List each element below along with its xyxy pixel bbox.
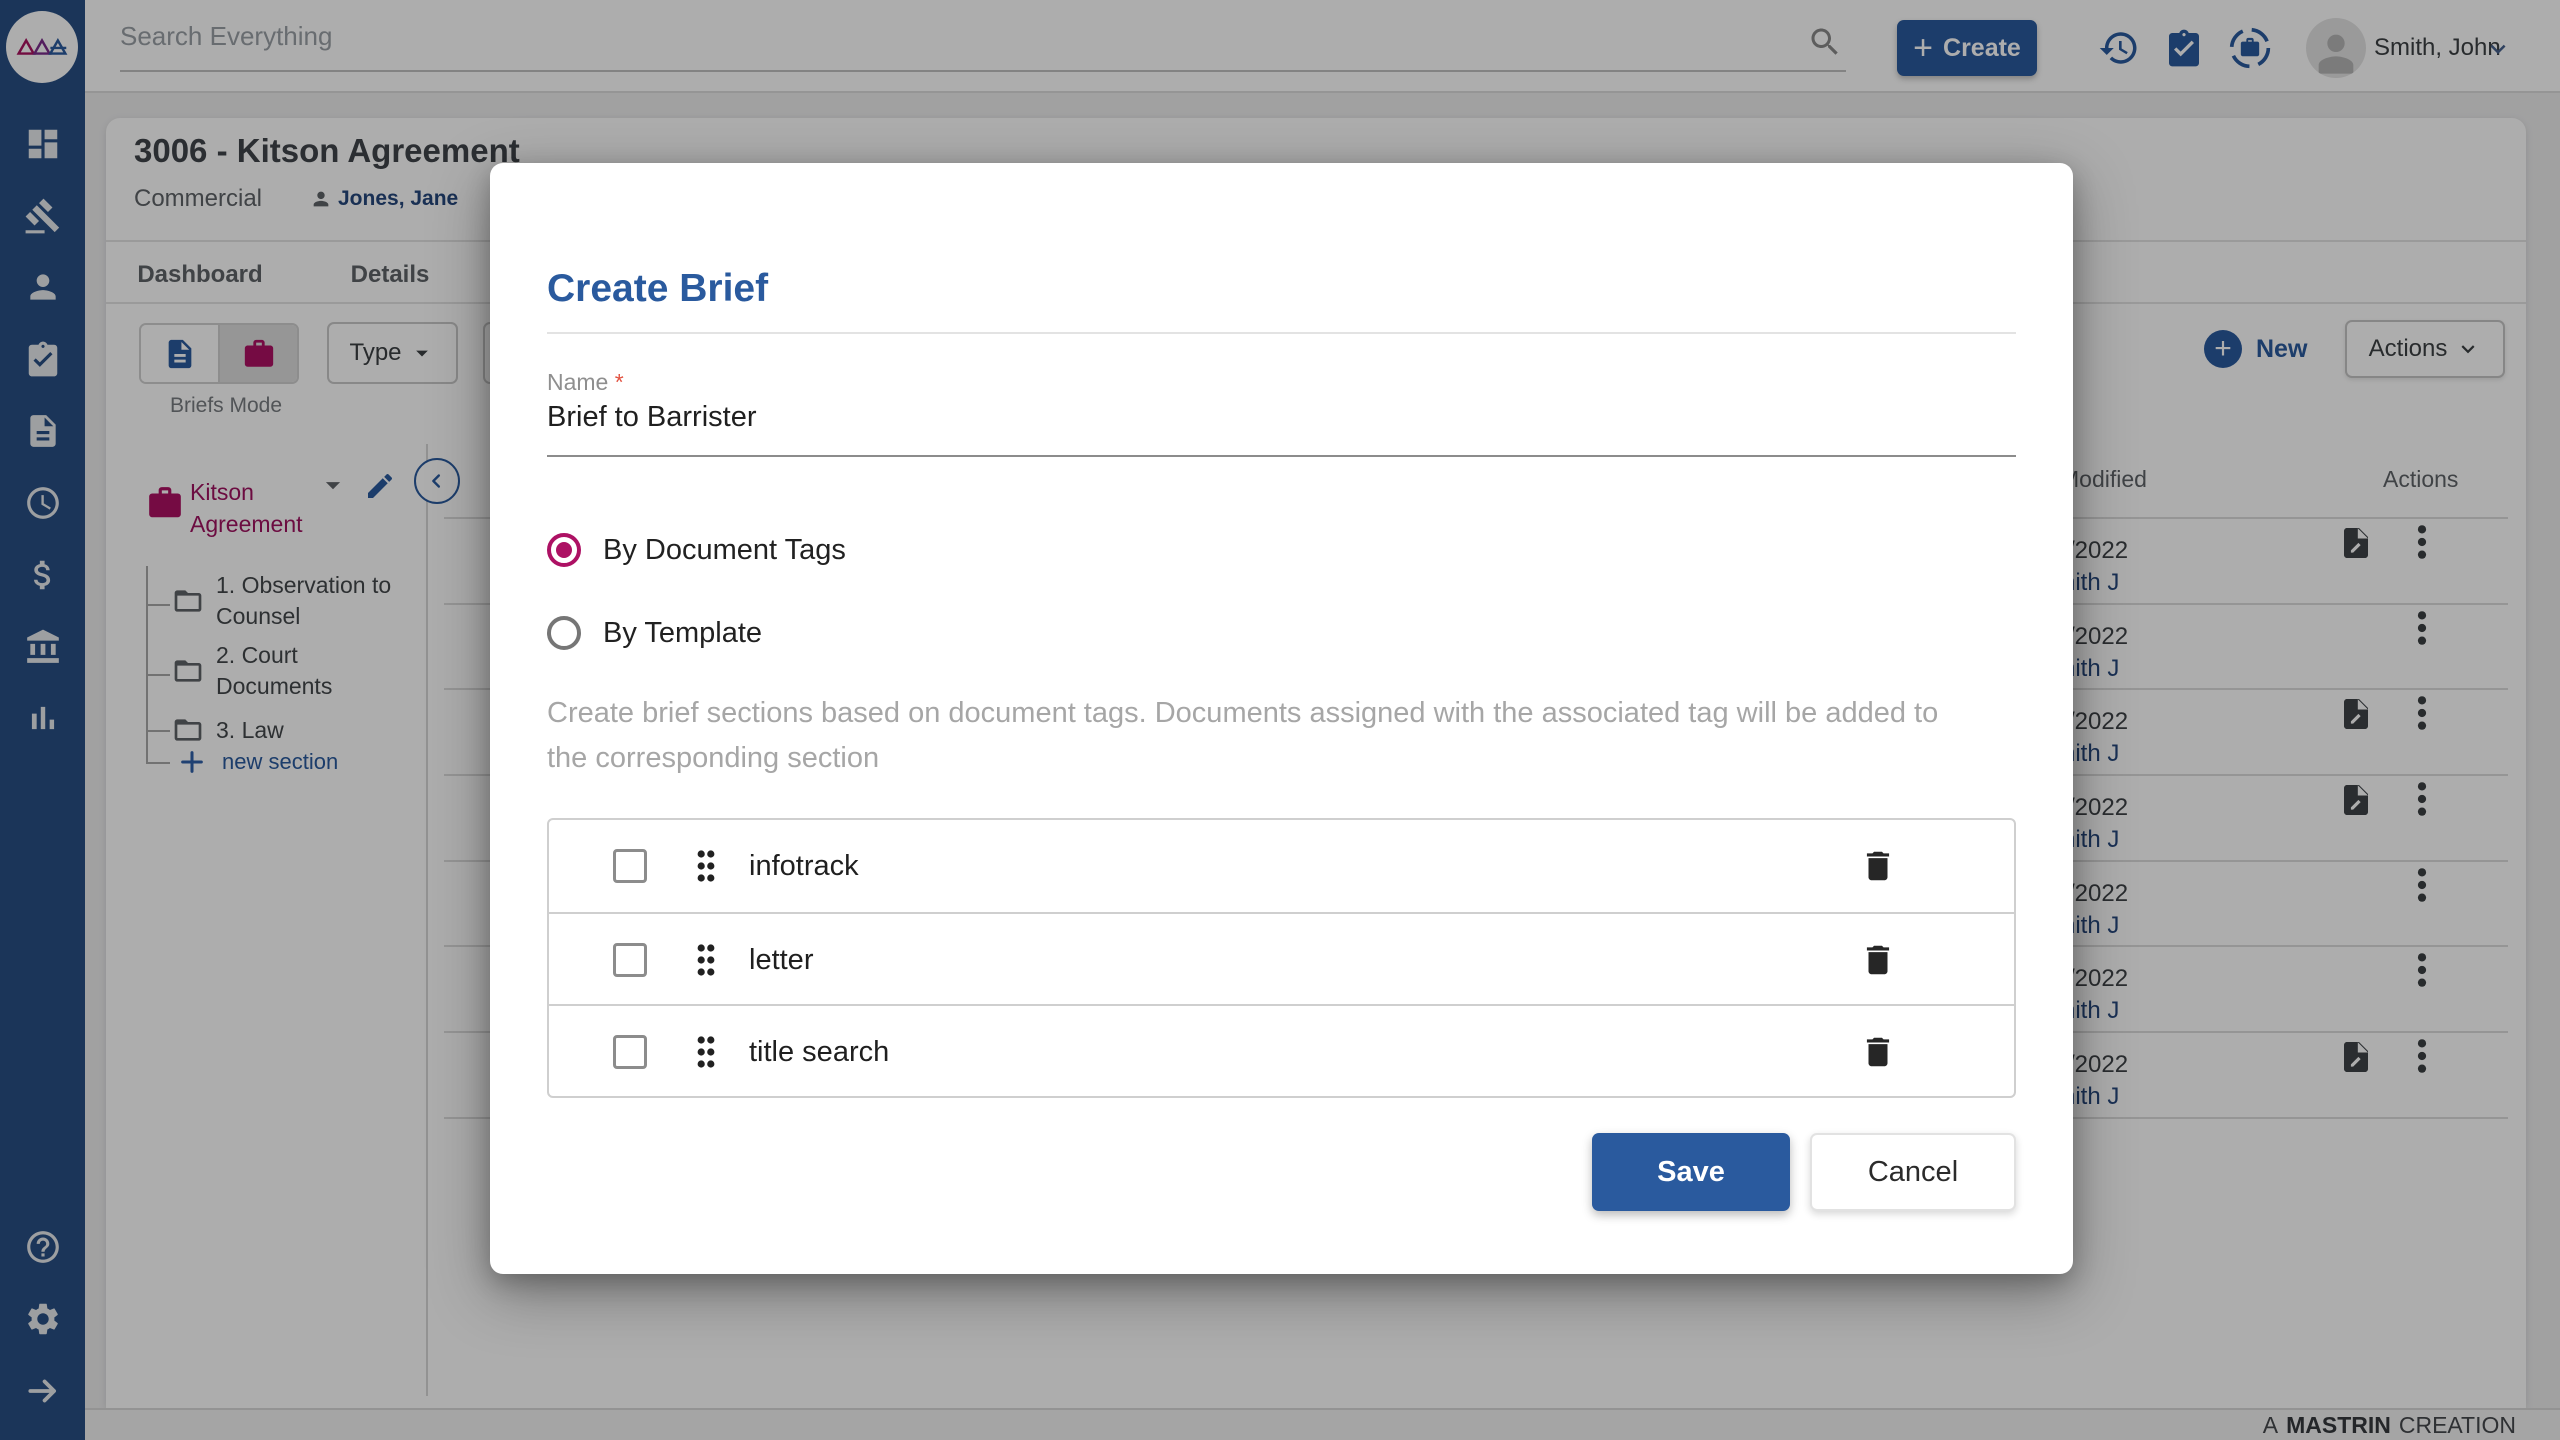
- radio-by-template-label: By Template: [603, 616, 763, 649]
- name-label-text: Name: [547, 369, 609, 395]
- section-checkbox[interactable]: [613, 943, 647, 977]
- create-brief-dialog: Create Brief Name * By Document Tags By …: [490, 163, 2073, 1274]
- radio-by-template[interactable]: By Template: [547, 616, 762, 650]
- section-row-title-search: title search: [549, 1004, 2014, 1096]
- name-field-label: Name *: [547, 369, 624, 396]
- drag-handle-icon[interactable]: [695, 1034, 717, 1075]
- section-checkbox[interactable]: [613, 849, 647, 883]
- dialog-description: Create brief sections based on document …: [547, 697, 1939, 774]
- radio-by-document-tags-label: By Document Tags: [603, 533, 846, 566]
- brief-sections-list: infotrack letter title search: [547, 818, 2016, 1098]
- radio-selected-icon: [547, 533, 581, 567]
- radio-by-document-tags[interactable]: By Document Tags: [547, 533, 846, 567]
- delete-section-trash-icon[interactable]: [1859, 1033, 1897, 1076]
- name-input-underline: [547, 455, 2016, 457]
- save-button[interactable]: Save: [1592, 1133, 1790, 1211]
- section-tag-label: title search: [749, 1035, 890, 1068]
- brief-name-input[interactable]: [547, 401, 1947, 434]
- section-row-infotrack: infotrack: [549, 820, 2014, 912]
- section-row-letter: letter: [549, 912, 2014, 1004]
- dialog-title: Create Brief: [547, 267, 769, 310]
- delete-section-trash-icon[interactable]: [1859, 847, 1897, 890]
- dialog-divider: [547, 332, 2016, 334]
- app-root: + Create Smith, John: [0, 0, 2560, 1440]
- section-tag-label: infotrack: [749, 849, 859, 882]
- drag-handle-icon[interactable]: [695, 848, 717, 889]
- delete-section-trash-icon[interactable]: [1859, 941, 1897, 984]
- section-checkbox[interactable]: [613, 1035, 647, 1069]
- required-asterisk: *: [614, 369, 624, 395]
- cancel-button[interactable]: Cancel: [1810, 1133, 2016, 1211]
- radio-unselected-icon: [547, 616, 581, 650]
- section-tag-label: letter: [749, 943, 814, 976]
- drag-handle-icon[interactable]: [695, 942, 717, 983]
